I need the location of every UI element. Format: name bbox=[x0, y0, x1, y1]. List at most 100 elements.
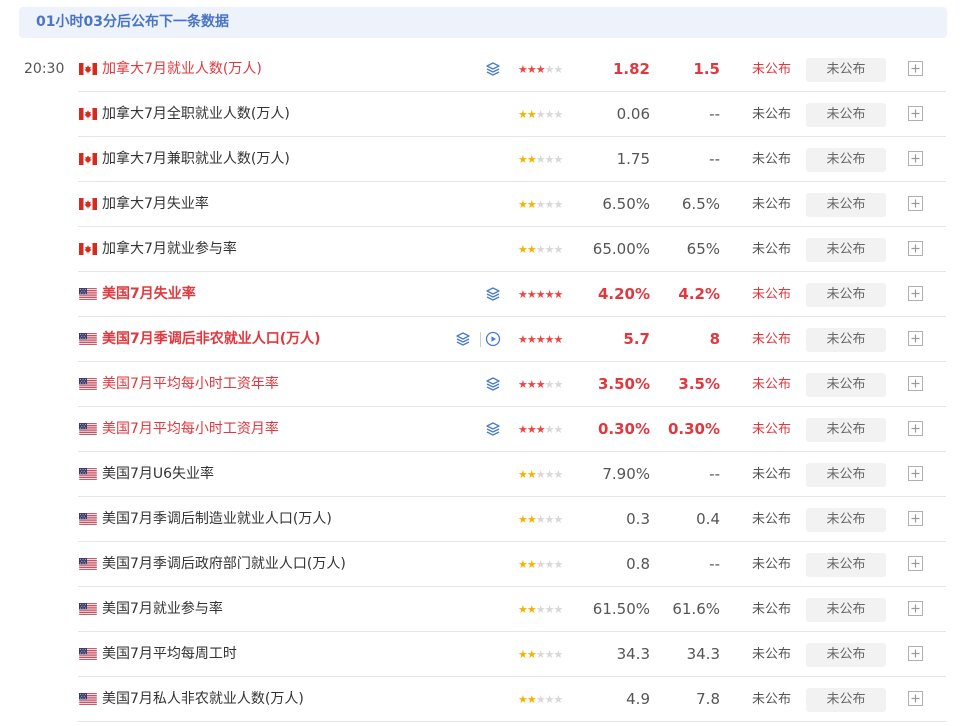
add-reminder-icon[interactable] bbox=[908, 196, 923, 211]
add-reminder-icon[interactable] bbox=[908, 691, 923, 706]
star-icon: ★ bbox=[526, 243, 537, 256]
add-reminder-icon[interactable] bbox=[908, 61, 923, 76]
star-icon: ★ bbox=[535, 468, 546, 481]
event-name[interactable]: 美国7月平均每小时工资年率 bbox=[102, 362, 279, 407]
us-flag-icon bbox=[79, 468, 97, 480]
star-icon: ★ bbox=[535, 63, 546, 76]
add-reminder-icon[interactable] bbox=[908, 556, 923, 571]
event-row[interactable]: 美国7月平均每小时工资年率 ★★★★★ 3.50% 3.5% 未公布 未公布 bbox=[0, 362, 968, 407]
event-row[interactable]: 美国7月就业参与率 ★★★★★ 61.50% 61.6% 未公布 未公布 bbox=[0, 587, 968, 632]
event-name[interactable]: 美国7月私人非农就业人数(万人) bbox=[102, 677, 304, 722]
event-name[interactable]: 美国7月季调后政府部门就业人口(万人) bbox=[102, 542, 346, 587]
event-row[interactable]: 美国7月季调后制造业就业人口(万人) ★★★★★ 0.3 0.4 未公布 未公布 bbox=[0, 497, 968, 542]
actual-value: 未公布 bbox=[752, 377, 792, 392]
event-row[interactable]: 加拿大7月就业参与率 ★★★★★ 65.00% 65% 未公布 未公布 bbox=[0, 227, 968, 272]
add-reminder-icon[interactable] bbox=[908, 601, 923, 616]
add-reminder-icon[interactable] bbox=[908, 466, 923, 481]
layers-icon[interactable] bbox=[485, 286, 501, 302]
actual-value: 未公布 bbox=[752, 467, 792, 482]
star-icon: ★ bbox=[544, 423, 555, 436]
event-name[interactable]: 美国7月平均每小时工资月率 bbox=[102, 407, 279, 452]
status-badge: 未公布 bbox=[806, 148, 886, 172]
event-row[interactable]: 加拿大7月失业率 ★★★★★ 6.50% 6.5% 未公布 未公布 bbox=[0, 182, 968, 227]
star-icon: ★ bbox=[544, 378, 555, 391]
star-icon: ★ bbox=[526, 63, 537, 76]
event-name[interactable]: 美国7月季调后制造业就业人口(万人) bbox=[102, 497, 332, 542]
star-icon: ★ bbox=[553, 288, 564, 301]
actual-value: 未公布 bbox=[752, 692, 792, 707]
event-row[interactable]: 美国7月私人非农就业人数(万人) ★★★★★ 4.9 7.8 未公布 未公布 bbox=[0, 677, 968, 722]
add-reminder-icon[interactable] bbox=[908, 106, 923, 121]
star-icon: ★ bbox=[553, 243, 564, 256]
add-reminder-icon[interactable] bbox=[908, 241, 923, 256]
star-icon: ★ bbox=[526, 423, 537, 436]
add-reminder-icon[interactable] bbox=[908, 151, 923, 166]
importance-stars: ★★★★★ bbox=[518, 182, 563, 227]
event-name[interactable]: 美国7月季调后非农就业人口(万人) bbox=[102, 317, 321, 362]
star-icon: ★ bbox=[544, 153, 555, 166]
actual-value: 未公布 bbox=[752, 62, 792, 77]
add-reminder-icon[interactable] bbox=[908, 331, 923, 346]
status-badge: 未公布 bbox=[806, 328, 886, 352]
event-name[interactable]: 加拿大7月全职就业人数(万人) bbox=[102, 92, 290, 137]
event-row[interactable]: 美国7月平均每周工时 ★★★★★ 34.3 34.3 未公布 未公布 bbox=[0, 632, 968, 677]
previous-value: 0.3 bbox=[626, 510, 650, 528]
add-reminder-icon[interactable] bbox=[908, 376, 923, 391]
event-row[interactable]: 美国7月季调后非农就业人口(万人) ★★★★★ 5.7 8 未公布 未公布 bbox=[0, 317, 968, 362]
previous-value: 61.50% bbox=[592, 600, 650, 618]
star-icon: ★ bbox=[535, 558, 546, 571]
add-reminder-icon[interactable] bbox=[908, 511, 923, 526]
row-divider bbox=[78, 721, 946, 722]
event-row[interactable]: 美国7月平均每小时工资月率 ★★★★★ 0.30% 0.30% 未公布 未公布 bbox=[0, 407, 968, 452]
importance-stars: ★★★★★ bbox=[518, 587, 563, 632]
forecast-value: 65% bbox=[686, 240, 720, 258]
canada-flag-icon bbox=[79, 198, 97, 210]
previous-value: 4.20% bbox=[597, 285, 650, 303]
layers-icon[interactable] bbox=[485, 421, 501, 437]
previous-value: 4.9 bbox=[626, 690, 650, 708]
event-name[interactable]: 美国7月平均每周工时 bbox=[102, 632, 237, 677]
star-icon: ★ bbox=[518, 288, 528, 301]
canada-flag-icon bbox=[79, 243, 97, 255]
event-row[interactable]: 美国7月U6失业率 ★★★★★ 7.90% -- 未公布 未公布 bbox=[0, 452, 968, 497]
event-name[interactable]: 加拿大7月兼职就业人数(万人) bbox=[102, 137, 290, 182]
add-reminder-icon[interactable] bbox=[908, 286, 923, 301]
play-icon[interactable] bbox=[485, 331, 501, 347]
us-flag-icon bbox=[79, 648, 97, 660]
previous-value: 65.00% bbox=[592, 240, 650, 258]
importance-stars: ★★★★★ bbox=[518, 542, 563, 587]
us-flag-icon bbox=[79, 333, 97, 345]
star-icon: ★ bbox=[526, 693, 537, 706]
event-time: 20:30 bbox=[24, 61, 65, 77]
star-icon: ★ bbox=[544, 603, 555, 616]
importance-stars: ★★★★★ bbox=[518, 272, 564, 317]
forecast-value: 34.3 bbox=[686, 645, 720, 663]
add-reminder-icon[interactable] bbox=[908, 646, 923, 661]
add-reminder-icon[interactable] bbox=[908, 421, 923, 436]
event-name[interactable]: 加拿大7月就业人数(万人) bbox=[102, 47, 262, 92]
star-icon: ★ bbox=[518, 243, 528, 256]
previous-value: 6.50% bbox=[602, 195, 650, 213]
event-name[interactable]: 加拿大7月就业参与率 bbox=[102, 227, 237, 272]
event-row[interactable]: 20:30 加拿大7月就业人数(万人) ★★★★★ 1.82 1.5 未公布 未公布 bbox=[0, 47, 968, 92]
layers-icon[interactable] bbox=[455, 331, 471, 347]
countdown-text: 01小时03分后公布下一条数据 bbox=[36, 14, 229, 30]
event-name[interactable]: 美国7月就业参与率 bbox=[102, 587, 223, 632]
event-row[interactable]: 加拿大7月全职就业人数(万人) ★★★★★ 0.06 -- 未公布 未公布 bbox=[0, 92, 968, 137]
layers-icon[interactable] bbox=[485, 61, 501, 77]
event-name[interactable]: 美国7月失业率 bbox=[102, 272, 196, 317]
star-icon: ★ bbox=[544, 693, 555, 706]
star-icon: ★ bbox=[535, 108, 546, 121]
event-row[interactable]: 美国7月失业率 ★★★★★ 4.20% 4.2% 未公布 未公布 bbox=[0, 272, 968, 317]
event-name[interactable]: 加拿大7月失业率 bbox=[102, 182, 209, 227]
importance-stars: ★★★★★ bbox=[518, 497, 563, 542]
importance-stars: ★★★★★ bbox=[518, 227, 564, 272]
event-row[interactable]: 加拿大7月兼职就业人数(万人) ★★★★★ 1.75 -- 未公布 未公布 bbox=[0, 137, 968, 182]
us-flag-icon bbox=[79, 558, 97, 570]
star-icon: ★ bbox=[535, 378, 546, 391]
event-name[interactable]: 美国7月U6失业率 bbox=[102, 452, 214, 497]
layers-icon[interactable] bbox=[485, 376, 501, 392]
event-row[interactable]: 美国7月季调后政府部门就业人口(万人) ★★★★★ 0.8 -- 未公布 未公布 bbox=[0, 542, 968, 587]
countdown-banner: 01小时03分后公布下一条数据 bbox=[19, 7, 947, 38]
star-icon: ★ bbox=[518, 558, 528, 571]
